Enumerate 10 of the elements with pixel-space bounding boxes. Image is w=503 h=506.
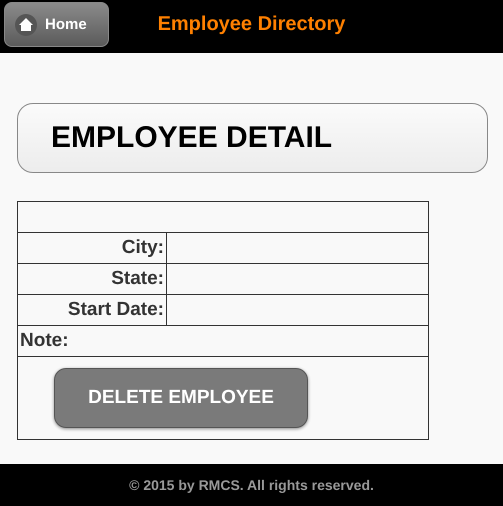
home-button[interactable]: Home [4,2,109,47]
page-heading: EMPLOYEE DETAIL [51,121,332,155]
copyright-text: © 2015 by RMCS. All rights reserved. [129,477,374,493]
app-title: Employee Directory [158,13,346,36]
note-label: Note: [20,330,69,351]
field-label: Start Date: [18,294,166,326]
field-label: City: [18,232,166,264]
delete-button[interactable]: DELETE EMPLOYEE [54,368,308,428]
field-label: State: [18,264,166,294]
home-icon [15,14,37,36]
